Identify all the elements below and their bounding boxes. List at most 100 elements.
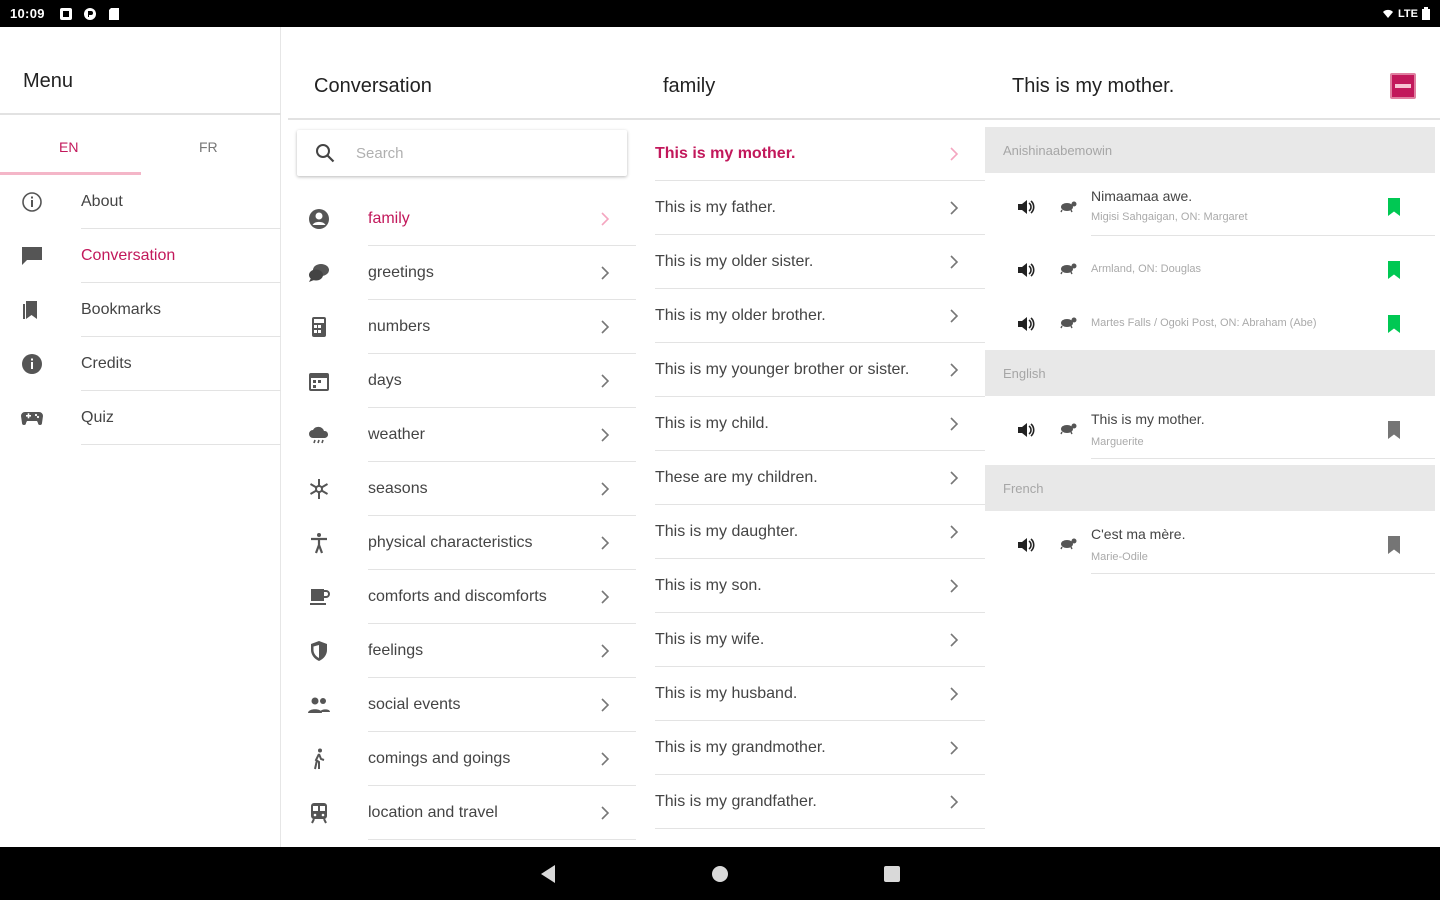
recording-item: C'est ma mère. Marie-Odile — [985, 514, 1435, 574]
topic-item-feelings[interactable]: feelings — [288, 624, 636, 678]
topic-label: family — [368, 210, 410, 227]
menu-item-conversation[interactable]: Conversation — [0, 229, 281, 283]
divider — [288, 118, 636, 120]
bookmark-icon[interactable] — [1385, 534, 1403, 556]
chevron-right-icon — [947, 792, 961, 812]
language-tabs: EN FR — [0, 127, 281, 177]
phrase-item[interactable]: This is my child. — [636, 397, 985, 451]
search-bar[interactable] — [297, 130, 627, 176]
back-icon[interactable] — [537, 863, 559, 885]
menu-item-label: Conversation — [81, 247, 176, 264]
phrase-image-thumbnail[interactable] — [1390, 73, 1416, 99]
phrase-item[interactable]: This is my grandmother. — [636, 721, 985, 775]
topic-label: comforts and discomforts — [368, 588, 547, 605]
menu-item-about[interactable]: About — [0, 175, 281, 229]
phrase-item[interactable]: This is my father. — [636, 181, 985, 235]
phrase-item[interactable]: This is my older brother. — [636, 289, 985, 343]
menu-item-credits[interactable]: Credits — [0, 337, 281, 391]
phrase-item[interactable]: This is my son. — [636, 559, 985, 613]
calculator-icon — [307, 315, 331, 339]
gamepad-icon — [20, 406, 44, 430]
menu-item-bookmarks[interactable]: Bookmarks — [0, 283, 281, 337]
chevron-right-icon — [598, 695, 612, 715]
walking-icon — [307, 747, 331, 771]
speaker-icon[interactable] — [1015, 313, 1037, 335]
bookmark-icon[interactable] — [1385, 419, 1403, 441]
phrase-item[interactable]: These are my children. — [636, 451, 985, 505]
snowflake-icon — [307, 477, 331, 501]
topics-column: Conversation family greetings — [288, 27, 636, 847]
chevron-right-icon — [598, 641, 612, 661]
phrases-title: family — [663, 75, 716, 97]
recording-speaker: Migisi Sahgaigan, ON: Margaret — [1091, 211, 1248, 223]
phrase-item[interactable]: This is my younger brother or sister. — [636, 343, 985, 397]
chevron-right-icon — [947, 306, 961, 326]
network-type: LTE — [1398, 7, 1418, 20]
bookmark-icon[interactable] — [1385, 313, 1403, 335]
topic-label: seasons — [368, 480, 428, 497]
speaker-icon[interactable] — [1015, 534, 1037, 556]
speaker-icon[interactable] — [1015, 259, 1037, 281]
phrase-label: This is my father. — [655, 199, 776, 216]
recents-icon[interactable] — [881, 863, 903, 885]
menu-panel: Menu EN FR About Conversation Bookmarks … — [0, 27, 281, 847]
phrase-item[interactable]: This is my older sister. — [636, 235, 985, 289]
tab-fr[interactable]: FR — [199, 139, 218, 155]
phrase-item[interactable]: This is my daughter. — [636, 505, 985, 559]
chevron-right-icon — [598, 803, 612, 823]
topic-item-family[interactable]: family — [288, 192, 636, 246]
topic-item-weather[interactable]: weather — [288, 408, 636, 462]
recording-item: Martes Falls / Ogoki Post, ON: Abraham (… — [985, 293, 1435, 353]
slow-playback-icon[interactable] — [1059, 196, 1079, 216]
detail-title: This is my mother. — [1012, 75, 1175, 97]
slow-playback-icon[interactable] — [1059, 533, 1079, 553]
topic-label: weather — [368, 426, 425, 443]
section-header-french: French — [985, 465, 1435, 511]
phrase-label: This is my child. — [655, 415, 769, 432]
battery-icon — [1422, 7, 1430, 20]
section-header-label: French — [1003, 481, 1044, 496]
topic-item-comforts-and-discomforts[interactable]: comforts and discomforts — [288, 570, 636, 624]
recording-speaker: Marguerite — [1091, 436, 1144, 448]
topic-item-location-and-travel[interactable]: location and travel — [288, 786, 636, 840]
topic-item-physical-characteristics[interactable]: physical characteristics — [288, 516, 636, 570]
phrase-item[interactable]: This is my husband. — [636, 667, 985, 721]
bookmark-icon[interactable] — [1385, 196, 1403, 218]
bookmark-icon[interactable] — [1385, 259, 1403, 281]
chevron-right-icon — [947, 630, 961, 650]
phrase-item[interactable]: This is my grandfather. — [636, 775, 985, 829]
section-header-label: Anishinaabemowin — [1003, 143, 1113, 158]
phrase-item[interactable]: This is my mother. — [636, 127, 985, 181]
chevron-right-icon — [947, 360, 961, 380]
topic-item-days[interactable]: days — [288, 354, 636, 408]
topic-item-numbers[interactable]: numbers — [288, 300, 636, 354]
phrase-item[interactable]: This is my wife. — [636, 613, 985, 667]
speaker-icon[interactable] — [1015, 196, 1037, 218]
phrase-label: This is my grandfather. — [655, 793, 817, 810]
search-input[interactable] — [356, 144, 596, 162]
menu-item-label: Bookmarks — [81, 301, 162, 318]
chevron-right-icon — [947, 684, 961, 704]
slow-playback-icon[interactable] — [1059, 312, 1079, 332]
chevron-right-icon — [947, 414, 961, 434]
topic-item-social-events[interactable]: social events — [288, 678, 636, 732]
slow-playback-icon[interactable] — [1059, 418, 1079, 438]
topic-item-comings-and-goings[interactable]: comings and goings — [288, 732, 636, 786]
menu-item-label: Quiz — [81, 409, 114, 426]
topic-item-greetings[interactable]: greetings — [288, 246, 636, 300]
topic-item-seasons[interactable]: seasons — [288, 462, 636, 516]
heart-shield-icon — [307, 639, 331, 663]
info-filled-icon — [20, 352, 44, 376]
slow-playback-icon[interactable] — [1059, 258, 1079, 278]
accessibility-icon — [307, 531, 331, 555]
chevron-right-icon — [598, 371, 612, 391]
sd-card-icon — [107, 7, 121, 21]
chevron-right-icon — [947, 198, 961, 218]
phrase-label: This is my older brother. — [655, 307, 826, 324]
home-icon[interactable] — [709, 863, 731, 885]
train-icon — [307, 801, 331, 825]
menu-item-quiz[interactable]: Quiz — [0, 391, 281, 445]
phrase-label: This is my daughter. — [655, 523, 799, 540]
tab-en[interactable]: EN — [59, 139, 78, 155]
speaker-icon[interactable] — [1015, 419, 1037, 441]
